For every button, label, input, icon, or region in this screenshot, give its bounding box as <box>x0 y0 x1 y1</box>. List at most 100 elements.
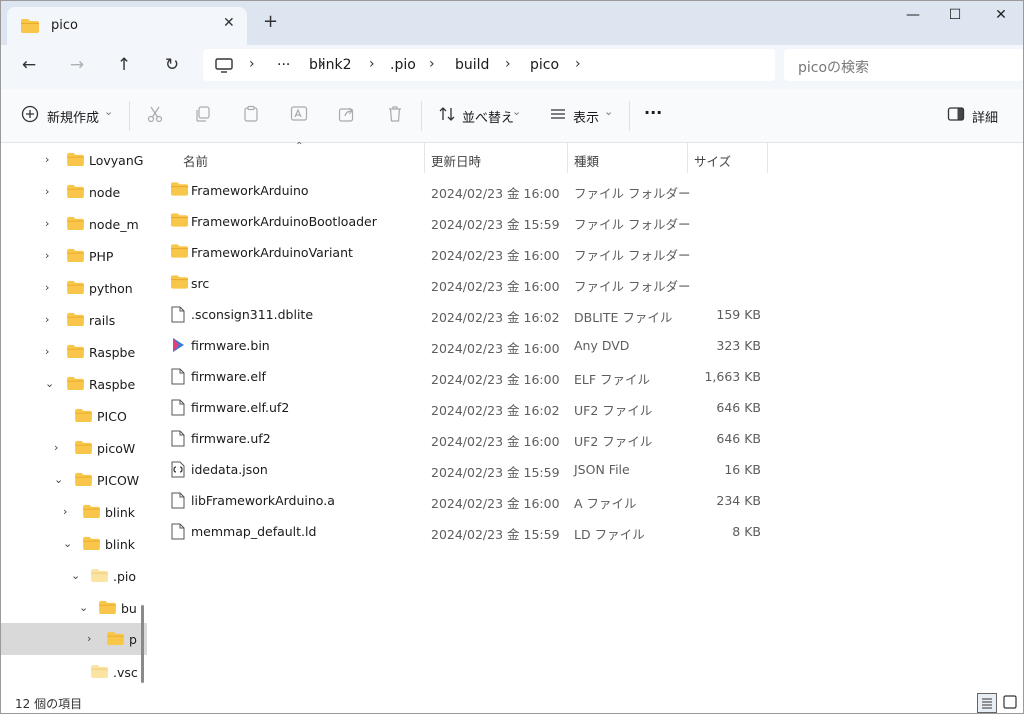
table-row[interactable]: FrameworkArduinoVariant 2024/02/23 金 16:0… <box>149 237 1023 268</box>
paste-icon[interactable] <box>242 105 262 125</box>
table-row[interactable]: FrameworkArduino 2024/02/23 金 16:00 ファイル フ… <box>149 175 1023 206</box>
column-divider[interactable] <box>767 143 768 173</box>
table-row[interactable]: firmware.bin 2024/02/23 金 16:00 Any DVD 323… <box>149 330 1023 361</box>
tab-close-icon[interactable]: ✕ <box>223 15 235 31</box>
new-button[interactable]: 新規作成 <box>47 107 99 126</box>
large-icons-view-button[interactable] <box>1001 693 1021 713</box>
copy-icon[interactable] <box>194 105 214 125</box>
chevron-right-icon[interactable]: › <box>45 281 49 294</box>
nav-item[interactable]: ⌄ Raspbe <box>1 369 147 399</box>
chevron-right-icon[interactable]: › <box>63 505 67 518</box>
nav-item[interactable]: › LovyanG <box>1 145 147 175</box>
chevron-down-icon[interactable]: ⌄ <box>71 569 80 582</box>
nav-item-label: rails <box>89 313 116 328</box>
chevron-down-icon[interactable]: ⌄ <box>45 377 54 390</box>
back-button[interactable]: ← <box>16 55 42 75</box>
file-name: idedata.json <box>191 462 268 477</box>
view-icon[interactable] <box>549 105 569 125</box>
nav-item[interactable]: PICO <box>1 401 147 431</box>
breadcrumb-item[interactable]: pico <box>530 57 559 73</box>
table-row[interactable]: idedata.json 2024/02/23 金 15:59 JSON File 1… <box>149 454 1023 485</box>
table-row[interactable]: memmap_default.ld 2024/02/23 金 15:59 LD ファ… <box>149 516 1023 547</box>
table-row[interactable]: .sconsign311.dblite 2024/02/23 金 16:02 DBL… <box>149 299 1023 330</box>
table-row[interactable]: src 2024/02/23 金 16:00 ファイル フォルダー <box>149 268 1023 299</box>
column-date[interactable]: 更新日時 <box>431 151 481 170</box>
new-tab-button[interactable]: + <box>263 13 278 31</box>
nav-item[interactable]: › PHP <box>1 241 147 271</box>
address-bar[interactable]: › ··· › blink2 › .pio › build › pico › <box>203 49 775 81</box>
breadcrumb-separator[interactable]: › <box>505 56 511 72</box>
chevron-right-icon[interactable]: › <box>45 153 49 166</box>
delete-icon[interactable] <box>386 105 406 125</box>
up-button[interactable]: ↑ <box>111 55 137 75</box>
details-button[interactable]: 詳細 <box>972 107 998 126</box>
sort-button[interactable]: 並べ替え <box>462 107 514 126</box>
chevron-right-icon[interactable]: › <box>87 632 91 645</box>
chevron-down-icon[interactable]: ⌄ <box>79 601 88 614</box>
chevron-right-icon[interactable]: › <box>54 441 58 454</box>
nav-item[interactable]: ⌄ blink <box>1 529 147 559</box>
chevron-down-icon[interactable]: ⌄ <box>512 105 521 118</box>
nav-item[interactable]: › Raspbe <box>1 337 147 367</box>
nav-item[interactable]: › node <box>1 177 147 207</box>
chevron-down-icon[interactable]: ⌄ <box>104 105 113 118</box>
rename-icon[interactable] <box>290 105 310 125</box>
nav-item[interactable]: ⌄ .pio <box>1 561 147 591</box>
table-row[interactable]: firmware.uf2 2024/02/23 金 16:00 UF2 ファイル 64… <box>149 423 1023 454</box>
file-icon <box>171 368 185 388</box>
table-row[interactable]: FrameworkArduinoBootloader 2024/02/23 金 1… <box>149 206 1023 237</box>
column-divider[interactable] <box>567 143 568 173</box>
plus-circle-icon[interactable] <box>21 105 41 125</box>
table-row[interactable]: libFrameworkArduino.a 2024/02/23 金 16:00 A… <box>149 485 1023 516</box>
nav-item[interactable]: ⌄ bu <box>1 593 147 623</box>
nav-item-selected[interactable]: › p <box>1 623 147 655</box>
chevron-right-icon[interactable]: › <box>45 345 49 358</box>
chevron-right-icon[interactable]: › <box>45 249 49 262</box>
details-view-button[interactable] <box>977 693 997 713</box>
share-icon[interactable] <box>338 105 358 125</box>
nav-item[interactable]: › rails <box>1 305 147 335</box>
chevron-right-icon[interactable]: › <box>45 185 49 198</box>
breadcrumb-separator[interactable]: › <box>429 56 435 72</box>
breadcrumb-separator[interactable]: › <box>369 56 375 72</box>
chevron-down-icon[interactable]: ⌄ <box>604 105 613 118</box>
column-divider[interactable] <box>424 143 425 173</box>
chevron-right-icon[interactable]: › <box>45 313 49 326</box>
nav-item[interactable]: › blink <box>1 497 147 527</box>
refresh-button[interactable]: ↻ <box>159 55 185 75</box>
breadcrumb-separator[interactable]: › <box>575 56 581 72</box>
nav-scrollbar[interactable] <box>141 605 144 683</box>
chevron-down-icon[interactable]: ⌄ <box>63 537 72 550</box>
search-input[interactable]: picoの検索 <box>784 49 1023 81</box>
nav-item[interactable]: › python <box>1 273 147 303</box>
column-size[interactable]: サイズ <box>694 151 731 170</box>
nav-item[interactable]: .vsc <box>1 657 147 687</box>
cut-icon[interactable] <box>146 105 166 125</box>
chevron-down-icon[interactable]: ⌄ <box>54 473 63 486</box>
sort-icon[interactable] <box>438 105 458 125</box>
column-type[interactable]: 種類 <box>574 151 599 170</box>
nav-item[interactable]: ⌄ PICOW <box>1 465 147 495</box>
breadcrumb-separator[interactable]: › <box>249 56 255 72</box>
breadcrumb-item[interactable]: build <box>455 57 489 73</box>
more-options-button[interactable]: ··· <box>644 103 662 122</box>
nav-item[interactable]: › picoW <box>1 433 147 463</box>
column-divider[interactable] <box>687 143 688 173</box>
table-row[interactable]: firmware.elf 2024/02/23 金 16:00 ELF ファイル 1,… <box>149 361 1023 392</box>
details-pane-icon[interactable] <box>947 105 967 125</box>
tab-pico[interactable]: pico ✕ <box>7 7 247 45</box>
file-type: UF2 ファイル <box>574 434 653 449</box>
breadcrumb-item[interactable]: .pio <box>390 57 416 73</box>
forward-button[interactable]: → <box>64 55 90 75</box>
minimize-button[interactable]: — <box>898 7 928 27</box>
breadcrumb-item[interactable]: blink2 <box>309 57 352 73</box>
close-window-button[interactable]: ✕ <box>986 7 1016 27</box>
file-type: DBLITE ファイル <box>574 310 673 325</box>
chevron-right-icon[interactable]: › <box>45 217 49 230</box>
table-row[interactable]: firmware.elf.uf2 2024/02/23 金 16:02 UF2 ファ… <box>149 392 1023 423</box>
breadcrumb-more[interactable]: ··· <box>277 57 290 73</box>
view-button[interactable]: 表示 <box>573 107 599 126</box>
column-name[interactable]: 名前 <box>183 151 208 170</box>
nav-item[interactable]: › node_m <box>1 209 147 239</box>
maximize-button[interactable]: ☐ <box>940 7 970 27</box>
